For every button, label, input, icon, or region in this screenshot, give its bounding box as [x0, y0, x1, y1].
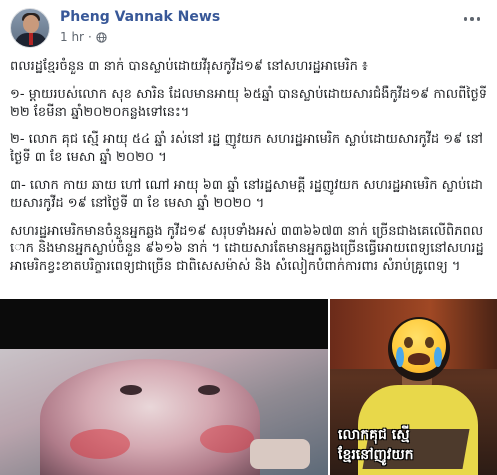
photo-blush — [70, 429, 130, 459]
post-header: Pheng Vannak News 1 hr · — [10, 8, 487, 52]
tear — [396, 347, 404, 367]
more-dot — [470, 17, 474, 21]
photo-caption-line: លោកគុជ ស្មើ — [338, 427, 410, 443]
post-meta: 1 hr · — [60, 30, 107, 44]
emoji-eye — [404, 337, 413, 348]
page-name-link[interactable]: Pheng Vannak News — [60, 9, 220, 25]
emoji-eye — [425, 337, 434, 348]
crying-face-icon — [392, 319, 446, 373]
photo-person-face — [40, 359, 260, 475]
post-timestamp[interactable]: 1 hr — [60, 30, 84, 44]
post-text: ពលរដ្ឋខ្មែរចំនួន ៣ នាក់ បានស្លាប់ដោយវីរុ… — [10, 58, 490, 286]
globe-icon[interactable] — [96, 31, 107, 43]
post-paragraph: ១- ម្តាយរបស់លោក សុខ សារិន ដែលមានអាយុ ៦៥ឆ… — [10, 86, 488, 120]
avatar-face — [23, 15, 39, 33]
more-dot — [476, 17, 481, 21]
post-photo-right[interactable]: លោកគុជ ស្មើ ខ្មែរនៅញូវយក — [330, 299, 497, 475]
photo-eye — [120, 385, 142, 395]
photo-blush — [200, 425, 254, 453]
photo-hand — [250, 439, 310, 469]
more-dot — [463, 17, 468, 21]
page-avatar[interactable] — [10, 8, 50, 48]
meta-separator: · — [88, 30, 92, 44]
post-paragraph: ពលរដ្ឋខ្មែរចំនួន ៣ នាក់ បានស្លាប់ដោយវីរុ… — [10, 59, 368, 74]
post-paragraph: សហរដ្ឋអាមេរិកមានចំនួនអ្នកឆ្លង កូវីដ១៩ សរ… — [10, 223, 484, 275]
photo-eye — [198, 385, 220, 395]
post-photo-left[interactable] — [0, 299, 328, 475]
post-paragraph: ២- លោក គុជ ស្មើ អាយុ ៥៤ ឆ្នាំ រស់នៅ រដ្ឋ… — [10, 132, 483, 166]
more-horizontal-icon[interactable] — [459, 10, 485, 28]
emoji-mouth — [408, 353, 430, 365]
tear — [434, 347, 442, 367]
post-paragraph: ៣- លោក កាយ ឆាយ ហៅ ណៅ អាយុ ៦៣ ឆ្នាំ នៅរដ្… — [10, 177, 483, 211]
facebook-post: Pheng Vannak News 1 hr · ពលរដ្ឋខ្មែរចំនួ… — [0, 0, 497, 475]
avatar-tie — [29, 33, 33, 45]
post-media: លោកគុជ ស្មើ ខ្មែរនៅញូវយក — [0, 299, 497, 475]
photo-caption-line: ខ្មែរនៅញូវយក — [338, 447, 414, 463]
photo-caption: លោកគុជ ស្មើ ខ្មែរនៅញូវយក — [338, 425, 488, 465]
